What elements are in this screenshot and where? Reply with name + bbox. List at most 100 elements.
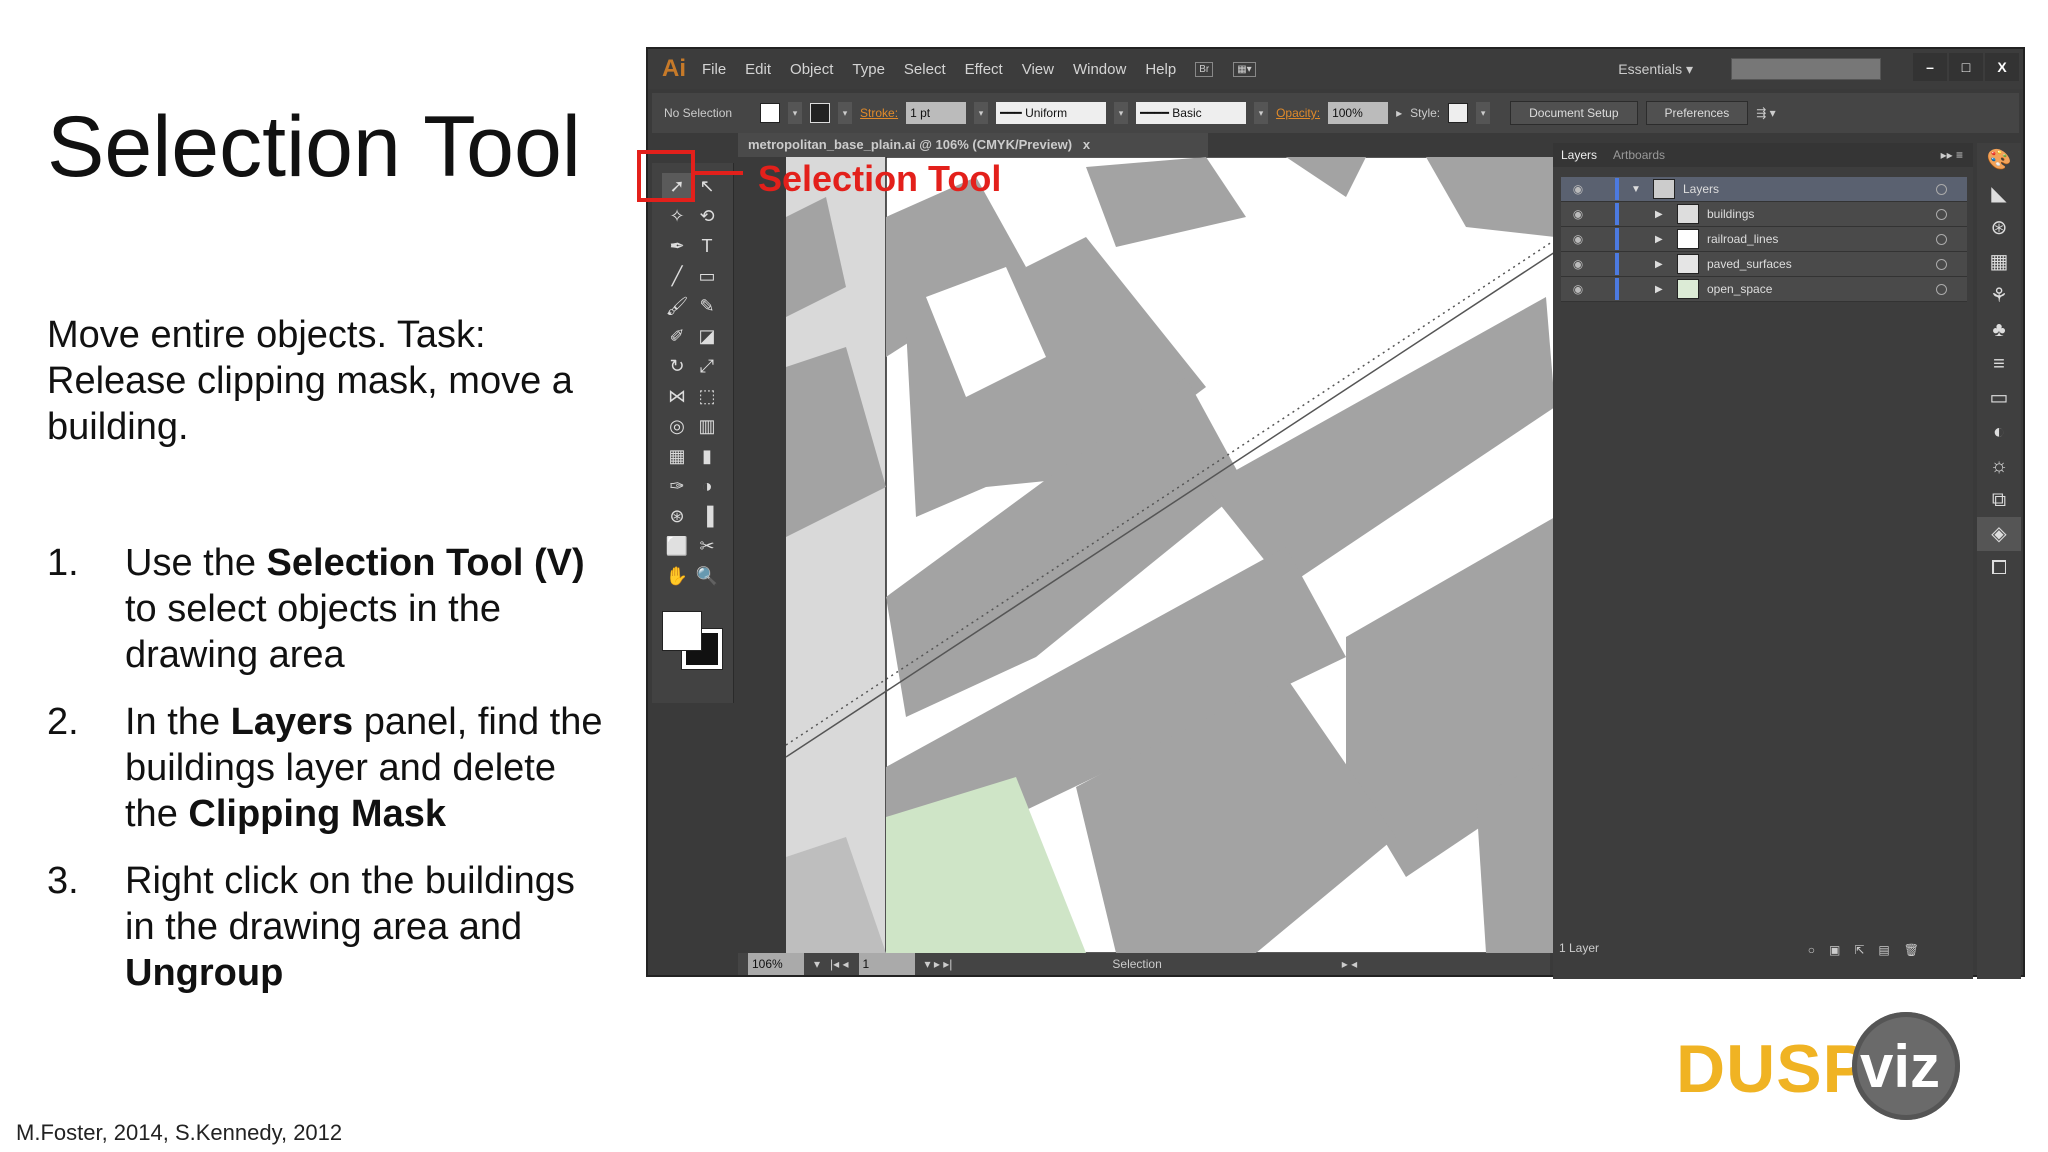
- target-circle-icon[interactable]: [1936, 208, 1947, 220]
- symbols-icon[interactable]: ⊛: [1977, 211, 2021, 245]
- hand-tool-icon[interactable]: ✋: [662, 563, 692, 589]
- pen-tool-icon[interactable]: ✒: [662, 233, 692, 259]
- menu-edit[interactable]: Edit: [745, 61, 771, 78]
- brush-dropdown[interactable]: ▾: [1254, 102, 1269, 124]
- artboard-dropdown[interactable]: ▾ ▸ ▸|: [925, 957, 953, 971]
- status-tool[interactable]: Selection: [1112, 957, 1161, 971]
- document-setup-button[interactable]: Document Setup: [1510, 101, 1638, 125]
- status-menu-arrow[interactable]: ▸ ◂: [1342, 957, 1357, 971]
- style-swatch[interactable]: [1448, 103, 1469, 123]
- artboard-tool-icon[interactable]: ⬜: [662, 533, 692, 559]
- swatches-icon[interactable]: ▦: [1977, 245, 2021, 279]
- layer-row-open_space[interactable]: ◉ ▶ open_space: [1561, 277, 1967, 302]
- scale-tool-icon[interactable]: ⤢: [692, 353, 722, 379]
- panel-menu-icon[interactable]: ▸▸ ≡: [1941, 148, 1963, 162]
- gradient-tool-icon[interactable]: ▮: [692, 443, 722, 469]
- layer-row-railroad_lines[interactable]: ◉ ▶ railroad_lines: [1561, 227, 1967, 252]
- direct-selection-tool-icon[interactable]: ↖: [692, 173, 722, 199]
- fill-swatch[interactable]: [760, 103, 781, 123]
- lasso-tool-icon[interactable]: ⟲: [692, 203, 722, 229]
- layer-row-buildings[interactable]: ◉ ▶ buildings: [1561, 202, 1967, 227]
- menu-select[interactable]: Select: [904, 61, 946, 78]
- eyedropper-tool-icon[interactable]: ✑: [662, 473, 692, 499]
- menu-help[interactable]: Help: [1145, 61, 1176, 78]
- blob-brush-tool-icon[interactable]: ✐: [662, 323, 692, 349]
- layers-icon[interactable]: ◈: [1977, 517, 2021, 551]
- column-graph-tool-icon[interactable]: ▐: [692, 503, 722, 529]
- minimize-button[interactable]: –: [1913, 53, 1947, 81]
- menu-effect[interactable]: Effect: [965, 61, 1003, 78]
- transparency-icon[interactable]: ◐: [1977, 415, 2021, 449]
- visibility-eye-icon[interactable]: ◉: [1561, 257, 1595, 271]
- visibility-eye-icon[interactable]: ◉: [1561, 182, 1595, 196]
- stroke-weight-field[interactable]: 1 pt: [906, 102, 967, 124]
- brush-definition[interactable]: ━━━━ Basic: [1136, 102, 1247, 124]
- menu-type[interactable]: Type: [852, 61, 885, 78]
- expand-right-icon[interactable]: ▶: [1655, 209, 1669, 220]
- expand-down-icon[interactable]: ▼: [1631, 184, 1645, 195]
- perspective-grid-tool-icon[interactable]: ▥: [692, 413, 722, 439]
- appearance-icon[interactable]: ☼: [1977, 449, 2021, 483]
- stroke-dropdown[interactable]: ▾: [838, 102, 853, 124]
- stroke-icon[interactable]: ≡: [1977, 347, 2021, 381]
- line-tool-icon[interactable]: ╱: [662, 263, 692, 289]
- document-tab[interactable]: metropolitan_base_plain.ai @ 106% (CMYK/…: [738, 133, 1208, 157]
- type-tool-icon[interactable]: T: [692, 233, 722, 259]
- target-circle-icon[interactable]: [1936, 258, 1947, 270]
- magic-wand-tool-icon[interactable]: ✧: [662, 203, 692, 229]
- fill-dropdown[interactable]: ▾: [788, 102, 803, 124]
- close-button[interactable]: X: [1985, 53, 2019, 81]
- graphic-styles-icon[interactable]: ⧉: [1977, 483, 2021, 517]
- eraser-tool-icon[interactable]: ◪: [692, 323, 722, 349]
- menu-window[interactable]: Window: [1073, 61, 1126, 78]
- menu-object[interactable]: Object: [790, 61, 833, 78]
- visibility-eye-icon[interactable]: ◉: [1561, 207, 1595, 221]
- workspace-switcher[interactable]: Essentials ▾: [1618, 61, 1693, 78]
- maximize-button[interactable]: □: [1949, 53, 1983, 81]
- zoom-dropdown[interactable]: ▾: [814, 957, 820, 971]
- opacity-arrow[interactable]: ▸: [1396, 106, 1402, 120]
- opacity-field[interactable]: 100%: [1328, 102, 1389, 124]
- shape-builder-tool-icon[interactable]: ◎: [662, 413, 692, 439]
- arrange-icon[interactable]: ⇶ ▾: [1756, 106, 1775, 120]
- slice-tool-icon[interactable]: ✂: [692, 533, 722, 559]
- gradient-panel-icon[interactable]: ▭: [1977, 381, 2021, 415]
- expand-right-icon[interactable]: ▶: [1655, 234, 1669, 245]
- layer-row-Layers[interactable]: ◉ ▼ Layers: [1561, 177, 1967, 202]
- symbol-sprayer-tool-icon[interactable]: ⊛: [662, 503, 692, 529]
- rotate-tool-icon[interactable]: ↻: [662, 353, 692, 379]
- menu-file[interactable]: File: [702, 61, 726, 78]
- expand-right-icon[interactable]: ▶: [1655, 284, 1669, 295]
- artboard-nav-first[interactable]: |◂ ◂: [830, 957, 849, 971]
- opacity-label[interactable]: Opacity:: [1276, 106, 1320, 120]
- menu-view[interactable]: View: [1022, 61, 1054, 78]
- paintbrush-tool-icon[interactable]: 🖌: [662, 293, 692, 319]
- mesh-tool-icon[interactable]: ▦: [662, 443, 692, 469]
- zoom-tool-icon[interactable]: 🔍: [692, 563, 722, 589]
- artboard-canvas[interactable]: [786, 157, 1555, 953]
- zoom-field[interactable]: 106%: [748, 953, 804, 975]
- brushes-icon[interactable]: ⚘: [1977, 279, 2021, 313]
- layers-footer-buttons[interactable]: ○▣⇱▤🗑: [1808, 943, 1933, 957]
- expand-right-icon[interactable]: ▶: [1655, 259, 1669, 270]
- blend-tool-icon[interactable]: ◑: [692, 473, 722, 499]
- visibility-eye-icon[interactable]: ◉: [1561, 282, 1595, 296]
- pencil-tool-icon[interactable]: ✎: [692, 293, 722, 319]
- target-circle-icon[interactable]: [1936, 283, 1947, 295]
- artboard-field[interactable]: 1: [858, 953, 915, 975]
- width-tool-icon[interactable]: ⋈: [662, 383, 692, 409]
- layer-row-paved_surfaces[interactable]: ◉ ▶ paved_surfaces: [1561, 252, 1967, 277]
- color-guide-icon[interactable]: 🎨: [1977, 143, 2021, 177]
- arrange-documents-icon[interactable]: ▦▾: [1233, 61, 1256, 77]
- gradient-icon[interactable]: ◣: [1977, 177, 2021, 211]
- visibility-eye-icon[interactable]: ◉: [1561, 232, 1595, 246]
- search-input[interactable]: [1731, 58, 1881, 80]
- style-dropdown[interactable]: ▾: [1476, 102, 1491, 124]
- stroke-weight-dropdown[interactable]: ▾: [974, 102, 989, 124]
- tab-artboards[interactable]: Artboards: [1613, 148, 1665, 162]
- artboards-icon[interactable]: ⧠: [1977, 551, 2021, 585]
- stroke-label[interactable]: Stroke:: [860, 106, 898, 120]
- rectangle-tool-icon[interactable]: ▭: [692, 263, 722, 289]
- variable-width-profile[interactable]: ━━━ Uniform: [996, 102, 1107, 124]
- close-tab-icon[interactable]: x: [1083, 137, 1090, 152]
